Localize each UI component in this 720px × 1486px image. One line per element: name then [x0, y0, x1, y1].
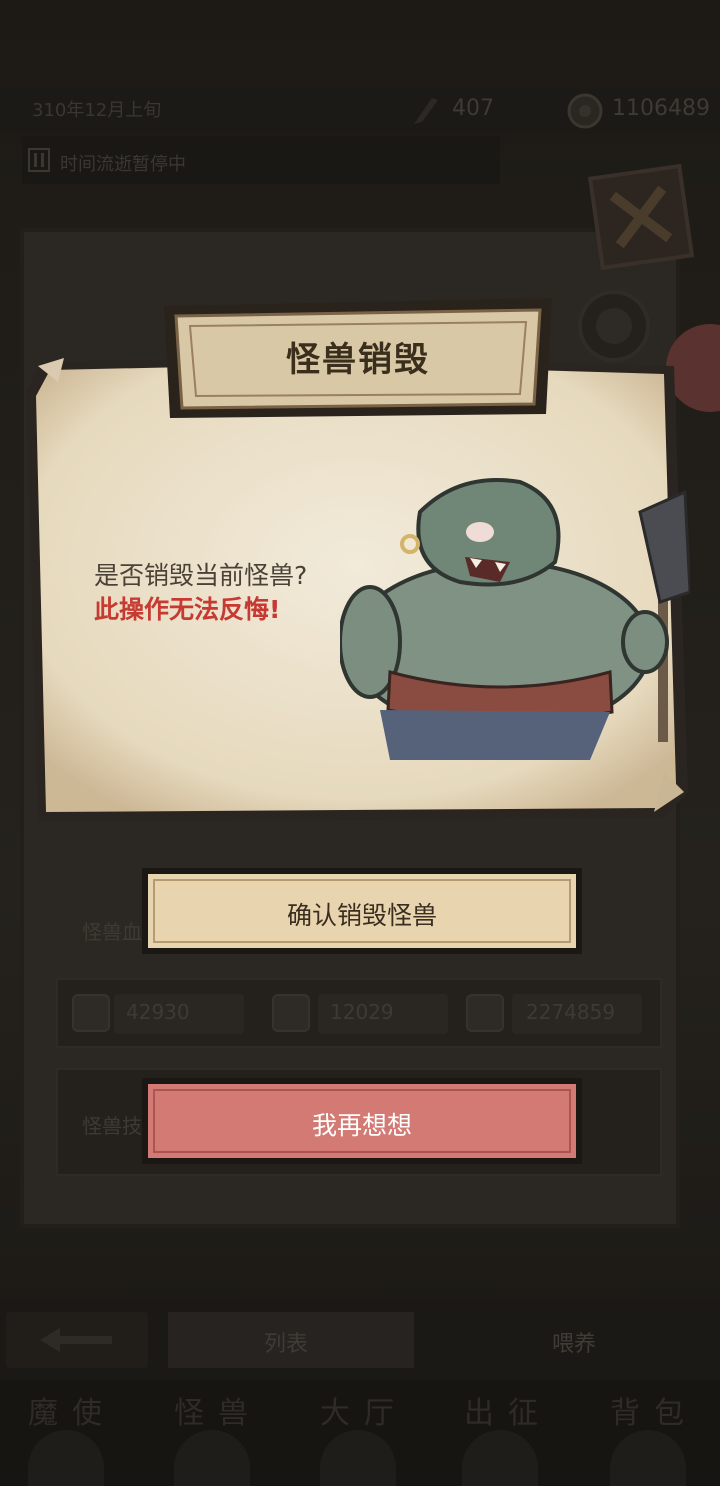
heart-icon [466, 994, 504, 1032]
defense-value: 12029 [330, 1000, 394, 1024]
destroy-question: 是否销毁当前怪兽? [94, 561, 308, 590]
section-label-hp: 怪兽血 [82, 920, 142, 944]
quill-count: 407 [452, 96, 494, 121]
cancel-label: 我再想想 [311, 1111, 412, 1140]
cancel-button[interactable]: 我再想想 [142, 1078, 582, 1164]
tab-feed-label: 喂养 [552, 1332, 597, 1357]
shield-icon [272, 994, 310, 1032]
attack-value: 42930 [126, 1000, 190, 1024]
nav-item-monster[interactable]: 怪兽 [168, 1388, 268, 1432]
time-paused-label: 时间流逝暂停中 [60, 154, 186, 175]
gold-count: 1106489 [612, 96, 710, 121]
section-label-skill: 怪兽技 [82, 1114, 142, 1138]
nav-item-bag[interactable]: 背包 [604, 1388, 704, 1432]
tab-feed[interactable]: 喂养 [436, 1312, 716, 1368]
pause-icon [28, 148, 50, 172]
gear-coin-icon [567, 93, 603, 129]
dialog-title: 怪兽销毁 [286, 340, 430, 380]
hp-value: 2274859 [526, 1000, 616, 1024]
confirm-destroy-button[interactable]: 确认销毁怪兽 [142, 868, 582, 954]
back-button[interactable] [6, 1312, 148, 1368]
game-date: 310年12月上旬 [32, 100, 162, 121]
back-arrow-icon [40, 1328, 112, 1352]
confirm-destroy-label: 确认销毁怪兽 [286, 901, 437, 930]
paw-icon [72, 994, 110, 1032]
quill-icon [414, 98, 438, 124]
irreversible-warning: 此操作无法反悔! [94, 595, 281, 624]
tab-list[interactable]: 列表 [168, 1312, 414, 1368]
nav-item-expedition[interactable]: 出征 [458, 1388, 558, 1432]
tab-list-label: 列表 [264, 1332, 309, 1357]
nav-item-hall[interactable]: 大厅 [314, 1388, 414, 1432]
orc-monster-illustration [340, 478, 690, 760]
close-icon[interactable] [579, 155, 703, 279]
nav-item-mage[interactable]: 魔使 [22, 1388, 122, 1432]
